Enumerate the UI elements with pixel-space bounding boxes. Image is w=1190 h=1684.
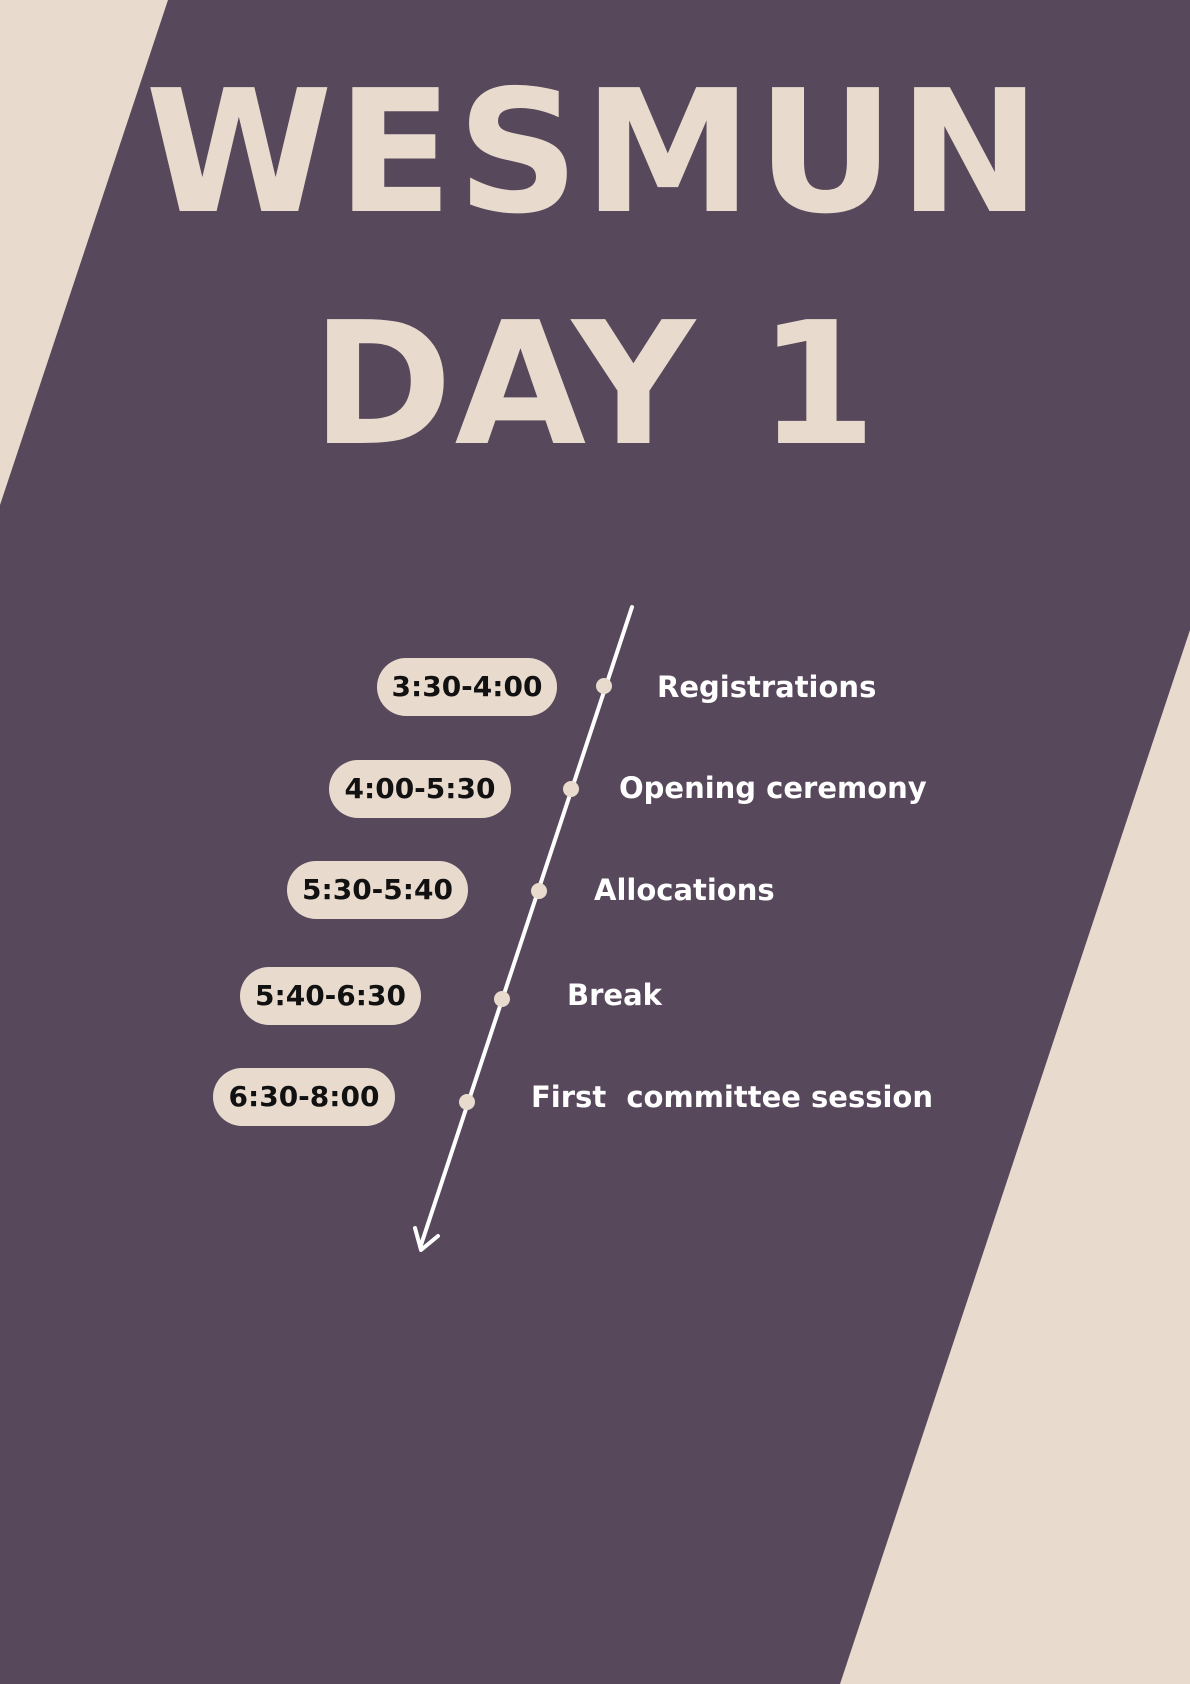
poster: WESMUN DAY 1 3:30-4:00 Registrations 4:0… bbox=[0, 0, 1190, 1684]
event-label: Opening ceremony bbox=[619, 771, 927, 805]
event-label: Break bbox=[567, 978, 662, 1012]
time-pill: 5:40-6:30 bbox=[240, 967, 421, 1025]
event-label: Registrations bbox=[657, 670, 877, 704]
title-day: DAY 1 bbox=[311, 286, 879, 484]
poster-background bbox=[0, 0, 1190, 1684]
time-pill: 5:30-5:40 bbox=[287, 861, 468, 919]
timeline-dot-4 bbox=[494, 991, 510, 1007]
time-pill: 4:00-5:30 bbox=[329, 760, 511, 818]
time-pill: 3:30-4:00 bbox=[377, 658, 557, 716]
timeline-dot-1 bbox=[596, 678, 612, 694]
timeline-dot-5 bbox=[459, 1094, 475, 1110]
title-wesmun: WESMUN bbox=[145, 54, 1045, 252]
time-pill: 6:30-8:00 bbox=[213, 1068, 395, 1126]
diagonal-panel bbox=[0, 0, 1190, 1684]
timeline-dot-2 bbox=[563, 781, 579, 797]
timeline-dot-3 bbox=[531, 883, 547, 899]
event-label: Allocations bbox=[594, 873, 775, 907]
event-label: First committee session bbox=[531, 1080, 933, 1114]
